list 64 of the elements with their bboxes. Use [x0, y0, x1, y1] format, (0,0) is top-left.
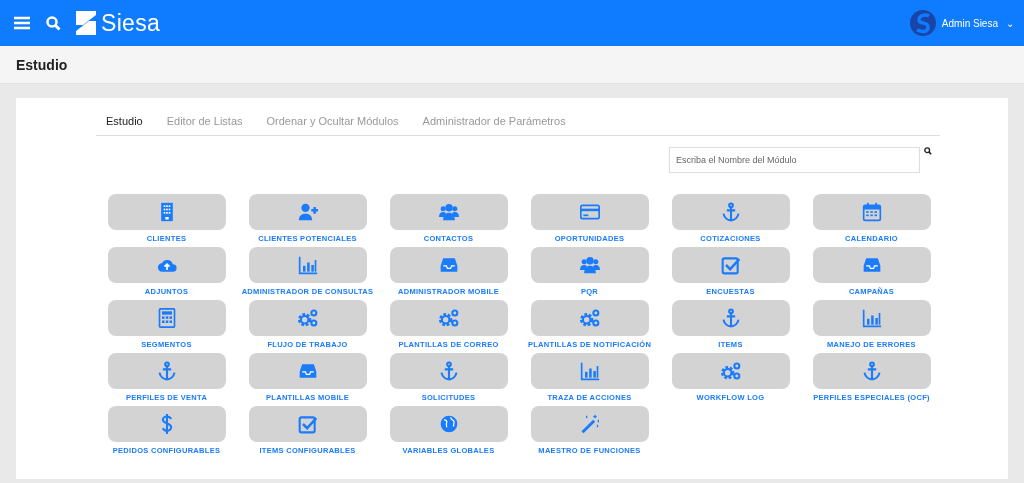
module-button[interactable] — [107, 247, 226, 283]
calendar-icon — [861, 202, 882, 222]
tab[interactable]: Administrador de Parámetros — [422, 115, 566, 127]
module-button[interactable] — [389, 353, 508, 389]
users-icon — [579, 255, 600, 275]
inbox-icon — [861, 255, 882, 275]
cogs-icon — [720, 361, 741, 381]
globe-icon — [438, 414, 459, 434]
wand-icon — [579, 414, 600, 434]
check-icon — [297, 414, 318, 434]
module-button[interactable] — [812, 300, 931, 336]
module-button[interactable] — [530, 353, 649, 389]
module-button[interactable] — [107, 300, 226, 336]
module-button[interactable] — [812, 353, 931, 389]
module-button[interactable] — [671, 247, 790, 283]
check-icon — [720, 255, 741, 275]
module-button[interactable] — [107, 353, 226, 389]
module-button[interactable] — [107, 406, 226, 442]
module-button[interactable] — [248, 353, 367, 389]
anchor-icon — [861, 361, 882, 381]
tab[interactable]: Ordenar y Ocultar Módulos — [266, 115, 399, 127]
module-button[interactable] — [248, 194, 367, 230]
anchor-icon — [720, 202, 741, 222]
inbox-icon — [438, 255, 459, 275]
search-field[interactable]: Escriba el Nombre del Módulo — [669, 147, 920, 173]
module-button[interactable] — [812, 194, 931, 230]
card-icon — [579, 202, 600, 222]
cogs-icon — [297, 308, 318, 328]
module-button[interactable] — [671, 353, 790, 389]
avatar-icon — [909, 10, 936, 36]
cogs-icon — [438, 308, 459, 328]
calculator-icon — [156, 308, 177, 328]
module-button[interactable] — [389, 300, 508, 336]
anchor-icon — [438, 361, 459, 381]
module-button[interactable] — [248, 247, 367, 283]
tab[interactable]: Estudio — [106, 115, 143, 127]
module-button[interactable] — [389, 247, 508, 283]
anchor-icon — [156, 361, 177, 381]
chart-icon — [297, 255, 318, 275]
module-button[interactable] — [248, 300, 367, 336]
logo-icon — [75, 11, 97, 35]
search-icon[interactable] — [924, 147, 932, 155]
users-icon — [438, 202, 459, 222]
user-plus-icon — [297, 202, 318, 222]
module-button[interactable] — [530, 247, 649, 283]
menu-icon[interactable] — [14, 16, 30, 30]
module-button[interactable] — [671, 300, 790, 336]
anchor-icon — [720, 308, 741, 328]
chart-icon — [861, 308, 882, 328]
module-button[interactable] — [389, 194, 508, 230]
cogs-icon — [579, 308, 600, 328]
tab[interactable]: Editor de Listas — [166, 115, 243, 127]
module-button[interactable] — [389, 406, 508, 442]
module-button[interactable] — [530, 194, 649, 230]
brand-name: Siesa — [101, 9, 161, 37]
module-button[interactable] — [107, 194, 226, 230]
chart-icon — [579, 361, 600, 381]
user-menu[interactable]: Admin Siesa ⌄ — [935, 16, 1020, 30]
module-button[interactable] — [812, 247, 931, 283]
module-button[interactable] — [530, 300, 649, 336]
module-button[interactable] — [248, 406, 367, 442]
module-button[interactable] — [671, 194, 790, 230]
page-title: Estudio — [16, 56, 68, 73]
inbox-icon — [297, 361, 318, 381]
